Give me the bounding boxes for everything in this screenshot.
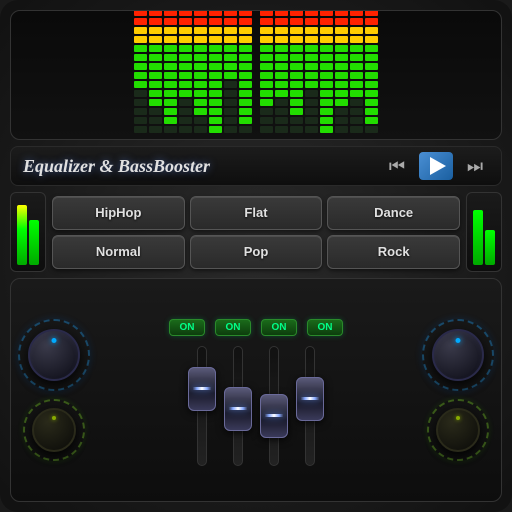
left-knob-group	[19, 320, 89, 460]
eq-toggle-3[interactable]: ON	[261, 319, 297, 336]
eq-faders	[180, 346, 332, 466]
left-level-fader	[10, 192, 46, 272]
fader-4-track[interactable]	[296, 346, 324, 466]
right-level-fader	[466, 192, 502, 272]
eq-toggle-2[interactable]: ON	[215, 319, 251, 336]
fader-2-track[interactable]	[224, 346, 252, 466]
play-button[interactable]	[419, 152, 453, 180]
fader-1-track[interactable]	[188, 346, 216, 466]
prev-button[interactable]: ⏮	[383, 152, 411, 180]
right-knob-group	[423, 320, 493, 460]
preset-flat-button[interactable]: Flat	[190, 196, 323, 230]
next-button[interactable]: ⏭	[461, 152, 489, 180]
fader-1	[188, 346, 216, 466]
app-title: Equalizer & BassBooster	[23, 156, 210, 177]
knob-top-left[interactable]	[19, 320, 89, 390]
preset-pop-button[interactable]: Pop	[190, 235, 323, 269]
transport-controls: ⏮ ⏭	[383, 152, 489, 180]
fader-3-track[interactable]	[260, 346, 288, 466]
knob-bottom-right[interactable]	[428, 400, 488, 460]
fader-3	[260, 346, 288, 466]
preset-rock-button[interactable]: Rock	[327, 235, 460, 269]
vu-meter	[10, 10, 502, 140]
preset-section: HipHop Flat Dance Normal Pop Rock	[10, 192, 502, 272]
eq-toggle-4[interactable]: ON	[307, 319, 343, 336]
knob-bottom-left[interactable]	[24, 400, 84, 460]
preset-hiphop-button[interactable]: HipHop	[52, 196, 185, 230]
title-bar: Equalizer & BassBooster ⏮ ⏭	[10, 146, 502, 186]
app-container: Equalizer & BassBooster ⏮ ⏭ HipHop Flat …	[0, 0, 512, 512]
eq-toggles: ON ON ON ON	[149, 315, 363, 340]
center-faders: ON ON ON ON	[89, 315, 423, 466]
eq-toggle-1[interactable]: ON	[169, 319, 205, 336]
fader-2	[224, 346, 252, 466]
preset-dance-button[interactable]: Dance	[327, 196, 460, 230]
knob-top-right[interactable]	[423, 320, 493, 390]
preset-grid: HipHop Flat Dance Normal Pop Rock	[52, 196, 460, 269]
eq-section: ON ON ON ON	[10, 278, 502, 502]
fader-4	[296, 346, 324, 466]
preset-normal-button[interactable]: Normal	[52, 235, 185, 269]
